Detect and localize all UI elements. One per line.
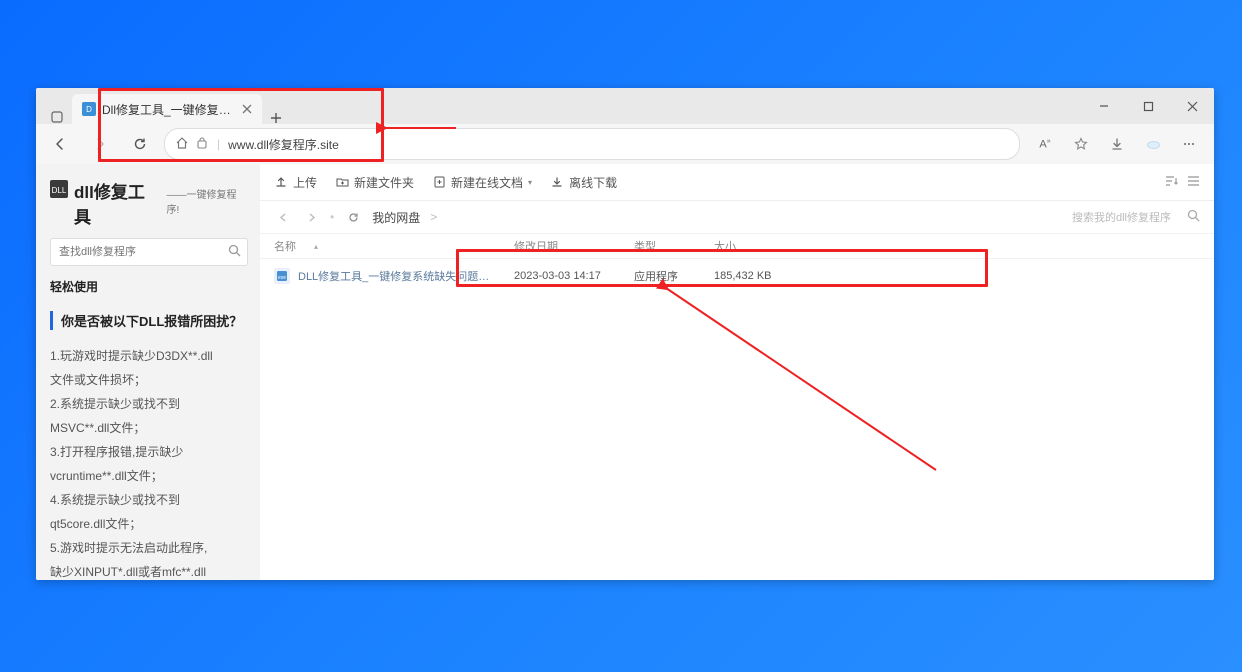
tab-close-icon[interactable]	[242, 103, 252, 115]
breadcrumb-bar: • 我的网盘 > 搜索我的dll修复程序	[260, 201, 1214, 234]
crumb-back-icon[interactable]	[274, 208, 292, 226]
upload-button[interactable]: 上传	[274, 174, 317, 191]
folder-plus-icon	[335, 175, 349, 189]
svg-text:exe: exe	[278, 275, 286, 281]
page-content: DLL dll修复工具 ——一键修复程序! 轻松使用 你是否被以下DLL报错所困…	[36, 164, 1214, 580]
titlebar: D Dll修复工具_一键修复电脑系统D	[36, 88, 1214, 124]
pane-search-icon[interactable]	[1187, 209, 1200, 225]
file-date: 2023-03-03 14:17	[514, 270, 634, 282]
file-name: DLL修复工具_一键修复系统缺失问题…	[298, 268, 489, 284]
window-close-button[interactable]	[1170, 88, 1214, 124]
sidebar-question: 你是否被以下DLL报错所困扰？	[50, 311, 248, 330]
download-icon	[550, 175, 564, 189]
brand: DLL dll修复工具 ——一键修复程序!	[50, 178, 248, 228]
file-size: 185,432 KB	[714, 270, 814, 282]
new-doc-label: 新建在线文档	[451, 174, 523, 191]
sort-icon[interactable]	[1165, 175, 1179, 190]
menu-icon[interactable]	[1172, 128, 1206, 160]
sidebar-line: 3.打开程序报错,提示缺少	[50, 440, 248, 464]
downloads-icon[interactable]	[1100, 128, 1134, 160]
new-folder-button[interactable]: 新建文件夹	[335, 174, 414, 191]
brand-icon: DLL	[50, 180, 68, 198]
new-doc-button[interactable]: 新建在线文档 ▾	[432, 174, 532, 191]
sort-caret-icon: ▴	[314, 242, 318, 251]
minimize-button[interactable]	[1082, 88, 1126, 124]
favorites-icon[interactable]	[1064, 128, 1098, 160]
file-toolbar: 上传 新建文件夹 新建在线文档 ▾ 离线下载	[260, 164, 1214, 201]
extensions-icon[interactable]	[1136, 128, 1170, 160]
sidebar-search[interactable]	[50, 238, 248, 266]
read-aloud-icon[interactable]: A»	[1028, 128, 1062, 160]
site-info-icon[interactable]	[197, 137, 209, 152]
window-controls	[1082, 88, 1214, 124]
sidebar-line: 5.游戏时提示无法启动此程序,	[50, 536, 248, 560]
view-controls	[1165, 175, 1200, 190]
search-icon[interactable]	[228, 244, 241, 260]
crumb-refresh-icon[interactable]	[344, 208, 362, 226]
home-icon[interactable]	[175, 136, 189, 153]
col-name[interactable]: 名称	[274, 238, 296, 254]
browser-window: D Dll修复工具_一键修复电脑系统D | www.dll修复程	[36, 88, 1214, 580]
maximize-button[interactable]	[1126, 88, 1170, 124]
new-tab-button[interactable]	[262, 112, 290, 124]
doc-plus-icon	[432, 175, 446, 189]
sidebar-line: 4.系统提示缺少或找不到	[50, 488, 248, 512]
chevron-down-icon: ▾	[528, 178, 532, 187]
tab-title: Dll修复工具_一键修复电脑系统D	[102, 101, 236, 118]
file-app-icon: exe	[274, 268, 290, 284]
file-pane: 上传 新建文件夹 新建在线文档 ▾ 离线下载	[260, 164, 1214, 580]
col-date[interactable]: 修改日期	[514, 238, 634, 254]
toolbar-right: A»	[1028, 128, 1206, 160]
col-size[interactable]: 大小	[714, 238, 814, 254]
sidebar-heading: 轻松使用	[50, 278, 248, 295]
brand-title: dll修复工具	[74, 178, 161, 228]
forward-button[interactable]	[84, 128, 116, 160]
sidebar-line: 缺少XINPUT*.dll或者mfc**.dll	[50, 560, 248, 580]
svg-text:D: D	[86, 105, 92, 114]
crumb-root[interactable]: 我的网盘	[372, 209, 420, 226]
svg-text:DLL: DLL	[52, 186, 67, 195]
sidebar-line: MSVC**.dll文件；	[50, 416, 248, 440]
offline-download-button[interactable]: 离线下载	[550, 174, 617, 191]
new-folder-label: 新建文件夹	[354, 174, 414, 191]
tab-active[interactable]: D Dll修复工具_一键修复电脑系统D	[72, 94, 262, 124]
url-box[interactable]: | www.dll修复程序.site	[164, 128, 1020, 160]
pane-search-hint[interactable]: 搜索我的dll修复程序	[1072, 209, 1171, 225]
tabs-menu-icon[interactable]	[42, 110, 72, 124]
url-text: www.dll修复程序.site	[228, 136, 1009, 153]
sidebar-line: vcruntime**.dll文件；	[50, 464, 248, 488]
sidebar-paragraph: 1.玩游戏时提示缺少D3DX**.dll 文件或文件损坏； 2.系统提示缺少或找…	[50, 344, 248, 580]
sidebar: DLL dll修复工具 ——一键修复程序! 轻松使用 你是否被以下DLL报错所困…	[36, 164, 260, 580]
tab-area: D Dll修复工具_一键修复电脑系统D	[36, 88, 290, 124]
back-button[interactable]	[44, 128, 76, 160]
col-type[interactable]: 类型	[634, 238, 714, 254]
column-headers: 名称 ▴ 修改日期 类型 大小	[260, 234, 1214, 259]
sidebar-line: 文件或文件损坏；	[50, 368, 248, 392]
upload-icon	[274, 175, 288, 189]
upload-label: 上传	[293, 174, 317, 191]
crumb-chevron: >	[430, 210, 437, 224]
sidebar-line: 2.系统提示缺少或找不到	[50, 392, 248, 416]
tab-favicon-icon: D	[82, 102, 96, 116]
offline-label: 离线下载	[569, 174, 617, 191]
list-view-icon[interactable]	[1187, 175, 1200, 190]
file-row[interactable]: exe DLL修复工具_一键修复系统缺失问题… 2023-03-03 14:17…	[260, 259, 1214, 293]
addressbar: | www.dll修复程序.site A»	[36, 124, 1214, 165]
sidebar-line: 1.玩游戏时提示缺少D3DX**.dll	[50, 344, 248, 368]
file-type: 应用程序	[634, 268, 714, 284]
sidebar-search-input[interactable]	[57, 245, 228, 259]
sidebar-line: qt5core.dll文件；	[50, 512, 248, 536]
brand-subtitle: ——一键修复程序!	[167, 186, 249, 216]
crumb-forward-icon[interactable]	[302, 208, 320, 226]
refresh-button[interactable]	[124, 128, 156, 160]
